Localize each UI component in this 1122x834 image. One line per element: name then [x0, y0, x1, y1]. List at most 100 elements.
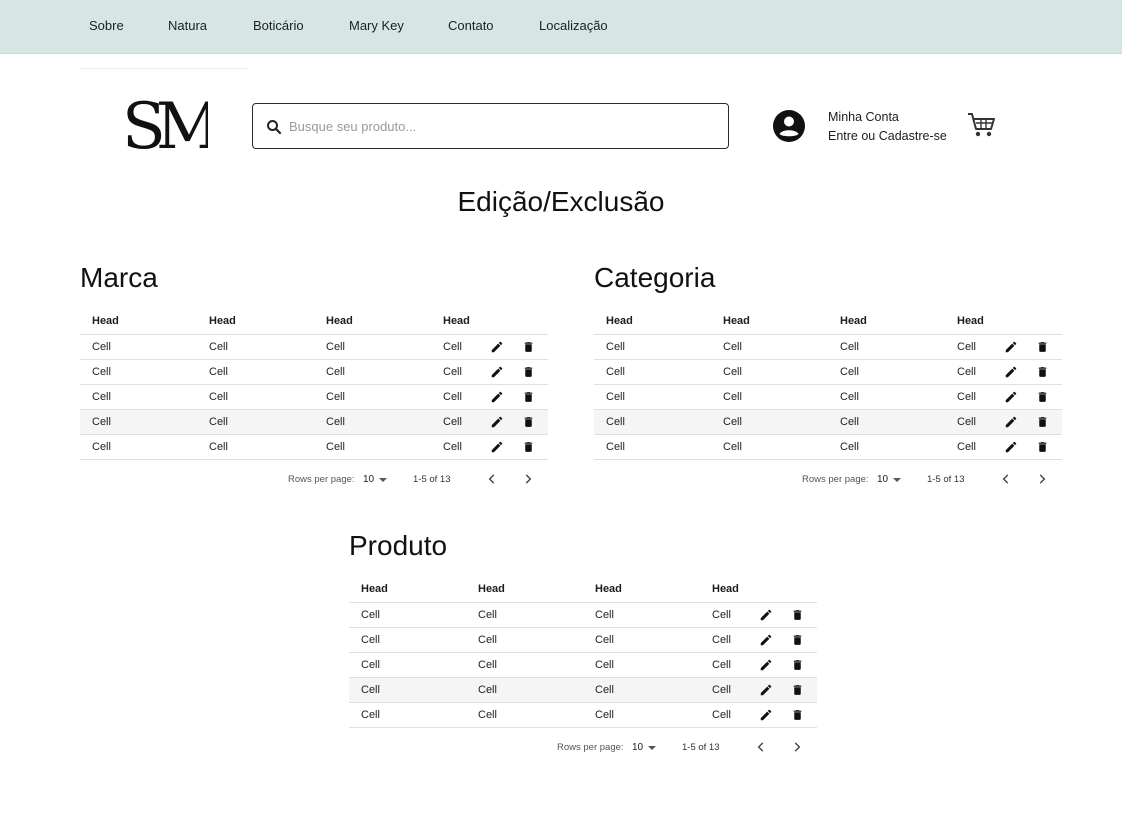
delete-trash-icon[interactable]: [1036, 390, 1049, 404]
column-header[interactable]: Head: [92, 315, 119, 327]
table-row[interactable]: Cell Cell Cell Cell: [80, 385, 548, 410]
table-row[interactable]: Cell Cell Cell Cell: [594, 335, 1062, 360]
search-icon[interactable]: [265, 118, 283, 136]
delete-trash-icon[interactable]: [1036, 365, 1049, 379]
sm-logo[interactable]: SM: [120, 88, 208, 158]
table-row[interactable]: Cell Cell Cell Cell: [80, 435, 548, 460]
table-cell: Cell: [92, 416, 111, 428]
nav-item-natura[interactable]: Natura: [168, 18, 207, 33]
rows-per-page-value: 10: [877, 474, 889, 485]
edit-pencil-icon[interactable]: [1004, 340, 1018, 354]
rows-per-page-select[interactable]: 10: [632, 741, 662, 755]
edit-pencil-icon[interactable]: [1004, 365, 1018, 379]
nav-item-boticario[interactable]: Boticário: [253, 18, 304, 33]
delete-trash-icon[interactable]: [522, 340, 535, 354]
table-cell: Cell: [443, 366, 462, 378]
edit-pencil-icon[interactable]: [490, 415, 504, 429]
svg-text:SM: SM: [122, 90, 208, 158]
edit-pencil-icon[interactable]: [490, 440, 504, 454]
column-header[interactable]: Head: [443, 315, 470, 327]
edit-pencil-icon[interactable]: [490, 340, 504, 354]
delete-trash-icon[interactable]: [1036, 340, 1049, 354]
rows-per-page-label: Rows per page:: [288, 474, 355, 485]
edit-pencil-icon[interactable]: [759, 708, 773, 722]
table-cell: Cell: [361, 609, 380, 621]
column-header[interactable]: Head: [723, 315, 750, 327]
table-row[interactable]: Cell Cell Cell Cell: [349, 603, 817, 628]
delete-trash-icon[interactable]: [522, 415, 535, 429]
chevron-left-icon[interactable]: [485, 472, 499, 486]
table-row[interactable]: Cell Cell Cell Cell: [80, 410, 548, 435]
table-cell: Cell: [443, 341, 462, 353]
table-cell: Cell: [361, 709, 380, 721]
column-header[interactable]: Head: [840, 315, 867, 327]
rows-per-page-select[interactable]: 10: [363, 473, 393, 487]
chevron-left-icon[interactable]: [754, 740, 768, 754]
table-cell: Cell: [712, 609, 731, 621]
delete-trash-icon[interactable]: [791, 708, 804, 722]
edit-pencil-icon[interactable]: [1004, 440, 1018, 454]
table-row[interactable]: Cell Cell Cell Cell: [349, 653, 817, 678]
column-header[interactable]: Head: [478, 583, 505, 595]
edit-pencil-icon[interactable]: [759, 608, 773, 622]
delete-trash-icon[interactable]: [791, 608, 804, 622]
column-header[interactable]: Head: [712, 583, 739, 595]
column-header[interactable]: Head: [326, 315, 353, 327]
table-cell: Cell: [443, 416, 462, 428]
delete-trash-icon[interactable]: [522, 440, 535, 454]
delete-trash-icon[interactable]: [522, 390, 535, 404]
table-row[interactable]: Cell Cell Cell Cell: [80, 335, 548, 360]
delete-trash-icon[interactable]: [1036, 415, 1049, 429]
chevron-right-icon[interactable]: [1035, 472, 1049, 486]
rows-per-page-select[interactable]: 10: [877, 473, 907, 487]
table-cell: Cell: [595, 634, 614, 646]
table-row[interactable]: Cell Cell Cell Cell: [80, 360, 548, 385]
account-circle-icon[interactable]: [772, 109, 806, 143]
account-title[interactable]: Minha Conta: [828, 110, 899, 124]
pagination-range: 1-5 of 13: [682, 742, 720, 753]
shopping-cart-icon[interactable]: [966, 111, 998, 139]
column-header[interactable]: Head: [361, 583, 388, 595]
table-row[interactable]: Cell Cell Cell Cell: [594, 410, 1062, 435]
chevron-right-icon[interactable]: [790, 740, 804, 754]
column-header[interactable]: Head: [606, 315, 633, 327]
edit-pencil-icon[interactable]: [759, 683, 773, 697]
nav-item-localizacao[interactable]: Localização: [539, 18, 608, 33]
table-cell: Cell: [326, 416, 345, 428]
account-login-link[interactable]: Entre ou Cadastre-se: [828, 129, 947, 143]
edit-pencil-icon[interactable]: [490, 390, 504, 404]
nav-item-mary-key[interactable]: Mary Key: [349, 18, 404, 33]
column-header[interactable]: Head: [957, 315, 984, 327]
edit-pencil-icon[interactable]: [490, 365, 504, 379]
edit-pencil-icon[interactable]: [1004, 390, 1018, 404]
edit-pencil-icon[interactable]: [759, 658, 773, 672]
table-row[interactable]: Cell Cell Cell Cell: [594, 385, 1062, 410]
table-row[interactable]: Cell Cell Cell Cell: [349, 628, 817, 653]
table-pagination: Rows per page: 10 1-5 of 13: [349, 728, 817, 766]
search-input[interactable]: [289, 114, 709, 138]
column-header[interactable]: Head: [209, 315, 236, 327]
table-cell: Cell: [712, 634, 731, 646]
table-row[interactable]: Cell Cell Cell Cell: [349, 678, 817, 703]
delete-trash-icon[interactable]: [522, 365, 535, 379]
delete-trash-icon[interactable]: [1036, 440, 1049, 454]
table-cell: Cell: [712, 659, 731, 671]
delete-trash-icon[interactable]: [791, 658, 804, 672]
delete-trash-icon[interactable]: [791, 633, 804, 647]
delete-trash-icon[interactable]: [791, 683, 804, 697]
chevron-right-icon[interactable]: [521, 472, 535, 486]
chevron-left-icon[interactable]: [999, 472, 1013, 486]
table-cell: Cell: [361, 634, 380, 646]
table-row[interactable]: Cell Cell Cell Cell: [349, 703, 817, 728]
edit-pencil-icon[interactable]: [759, 633, 773, 647]
nav-item-sobre[interactable]: Sobre: [89, 18, 124, 33]
column-header[interactable]: Head: [595, 583, 622, 595]
table-cell: Cell: [92, 341, 111, 353]
table-row[interactable]: Cell Cell Cell Cell: [594, 360, 1062, 385]
pagination-range: 1-5 of 13: [413, 474, 451, 485]
edit-pencil-icon[interactable]: [1004, 415, 1018, 429]
table-row[interactable]: Cell Cell Cell Cell: [594, 435, 1062, 460]
table-cell: Cell: [478, 659, 497, 671]
table-cell: Cell: [595, 684, 614, 696]
nav-item-contato[interactable]: Contato: [448, 18, 494, 33]
